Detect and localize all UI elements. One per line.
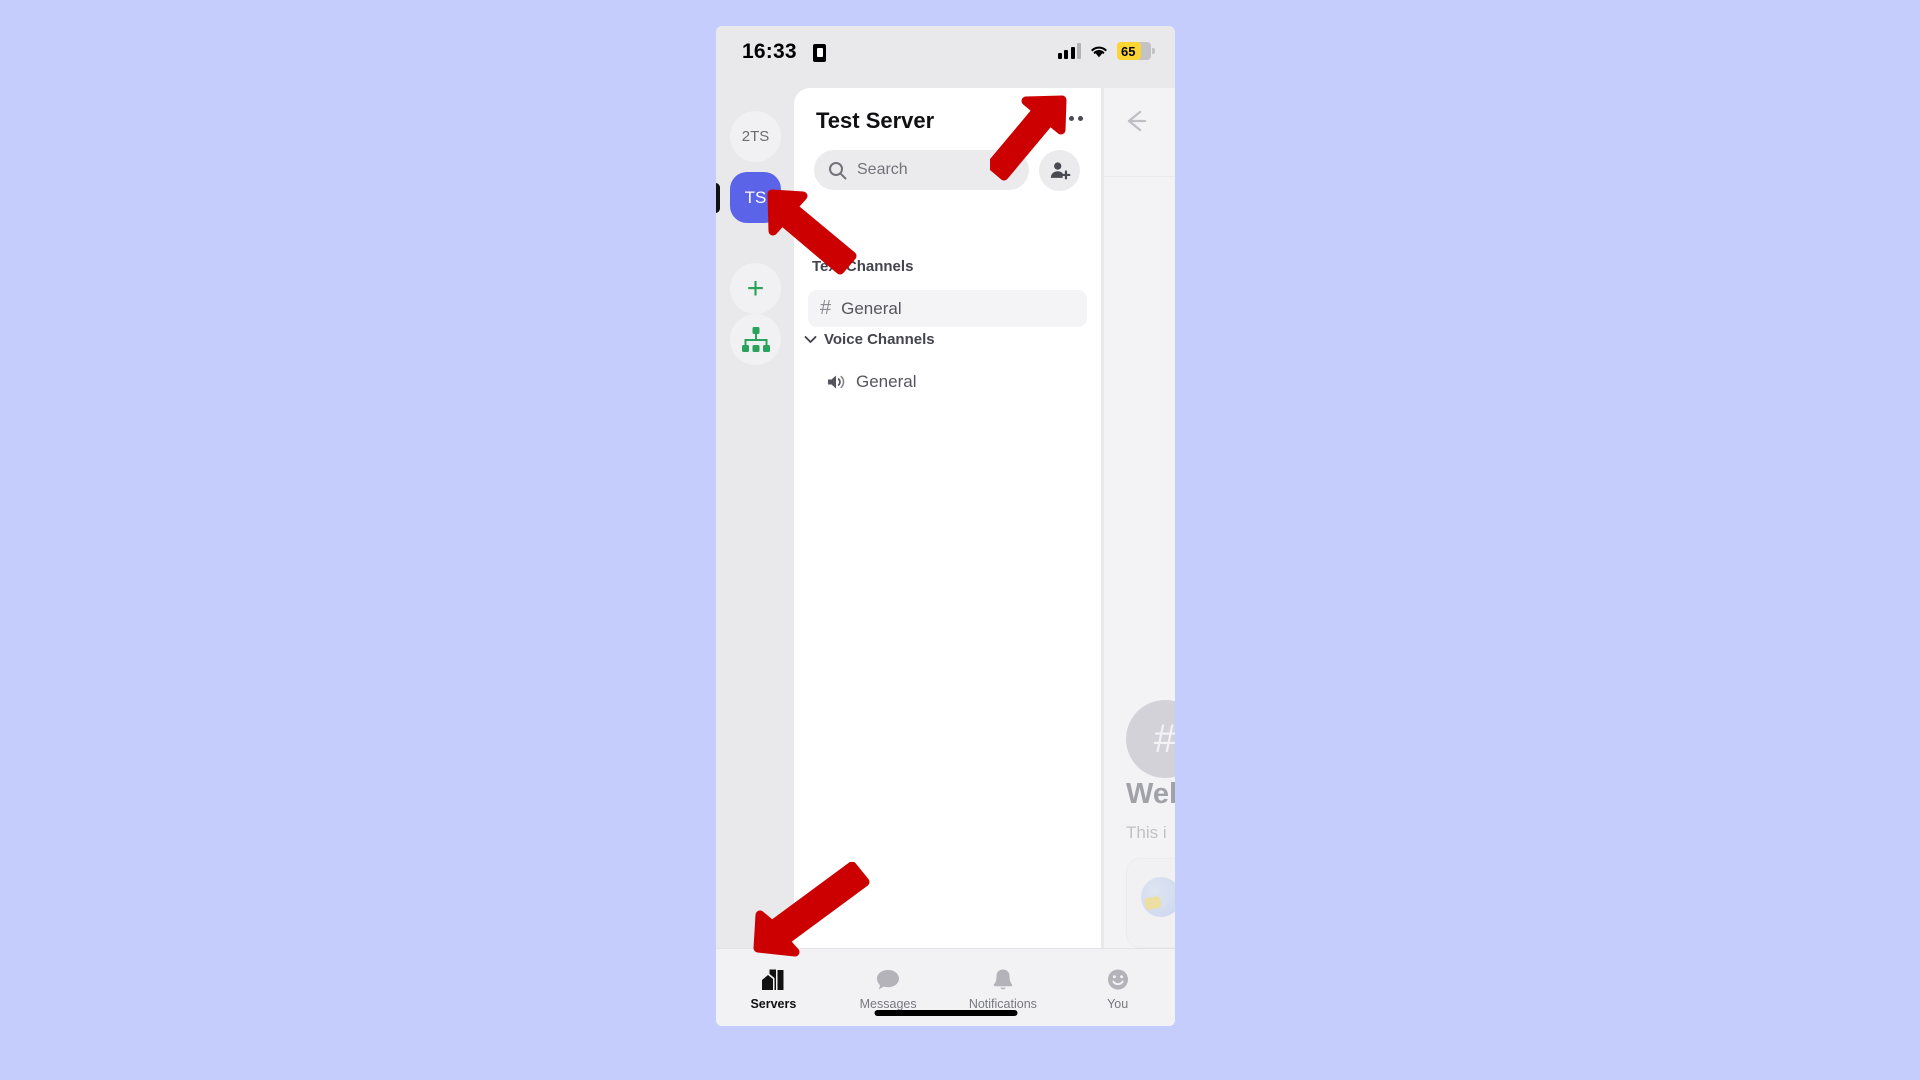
channel-item-voice-general-label: General [856,371,917,391]
tab-notifications-label: Notifications [968,997,1037,1011]
welcome-heading: Wel [1126,778,1175,810]
chevron-down-icon [804,336,817,343]
plus-icon: + [746,271,765,305]
search-input[interactable]: Search [814,150,1029,190]
home-indicator [874,1010,1017,1016]
channel-avatar-glyph: # [1153,716,1175,761]
welcome-subtext: This i [1126,823,1167,842]
tab-you[interactable]: You [1060,949,1175,1026]
voice-channels-header[interactable]: Voice Channels [804,331,935,348]
message-bubble-icon [877,970,900,990]
server-rail-item-ts[interactable]: TS [730,172,781,223]
server-rail-item-2ts-label: 2TS [741,128,770,145]
status-bar: 16:33 65 [716,26,1175,88]
text-channels-label: Text Channels [812,258,914,275]
battery-level: 65 [1121,43,1136,59]
add-server-button[interactable]: + [730,263,781,314]
low-power-battery-icon [813,44,826,62]
active-server-indicator [716,183,720,213]
status-indicators: 65 [1057,42,1155,60]
server-rail-item-ts-label: TS [744,187,767,207]
channel-avatar: # [1126,700,1175,778]
text-channels-header[interactable]: Text Channels [812,258,913,275]
tab-messages-label: Messages [859,997,917,1011]
search-placeholder: Search [857,161,908,178]
channel-item-voice-general[interactable]: General [814,363,1093,400]
server-rail: 2TS TS + [716,88,794,948]
add-person-button[interactable] [1039,150,1080,191]
tab-servers[interactable]: Servers [716,949,831,1026]
phone-frame: 16:33 65 2TS TS + Test Server Search Tex… [716,26,1175,1026]
speaker-icon [828,375,845,388]
tab-servers-label: Servers [750,997,797,1011]
peek-divider [1104,176,1175,177]
search-icon [829,161,847,179]
welcome-card[interactable] [1126,858,1175,948]
voice-channels-label: Voice Channels [824,331,935,348]
hash-icon: # [820,297,832,319]
smiley-face-icon [1107,969,1128,990]
bell-icon [993,969,1013,990]
channel-item-text-general-label: General [841,298,902,318]
peek-fade-overlay [1104,88,1175,948]
server-rail-item-2ts[interactable]: 2TS [730,111,781,162]
tab-you-label: You [1107,997,1129,1011]
add-person-icon [1050,161,1070,179]
channel-item-text-general[interactable]: # General [808,290,1087,327]
overflow-menu-button[interactable] [1060,116,1083,121]
emoji-globe-icon [1141,877,1175,917]
server-title: Test Server [816,108,935,133]
battery-icon: 65 [1117,42,1155,60]
hierarchy-icon [741,326,770,352]
chat-peek-panel[interactable]: # Wel This i [1104,88,1175,948]
wifi-icon [1091,46,1107,57]
servers-icon [762,969,784,990]
channel-panel: Test Server Search Text Channels # Gener… [794,88,1101,948]
cellular-signal-icon [1057,43,1081,59]
back-arrow-icon[interactable] [1120,106,1150,136]
discover-servers-button[interactable] [730,314,781,365]
status-time: 16:33 [742,40,797,63]
